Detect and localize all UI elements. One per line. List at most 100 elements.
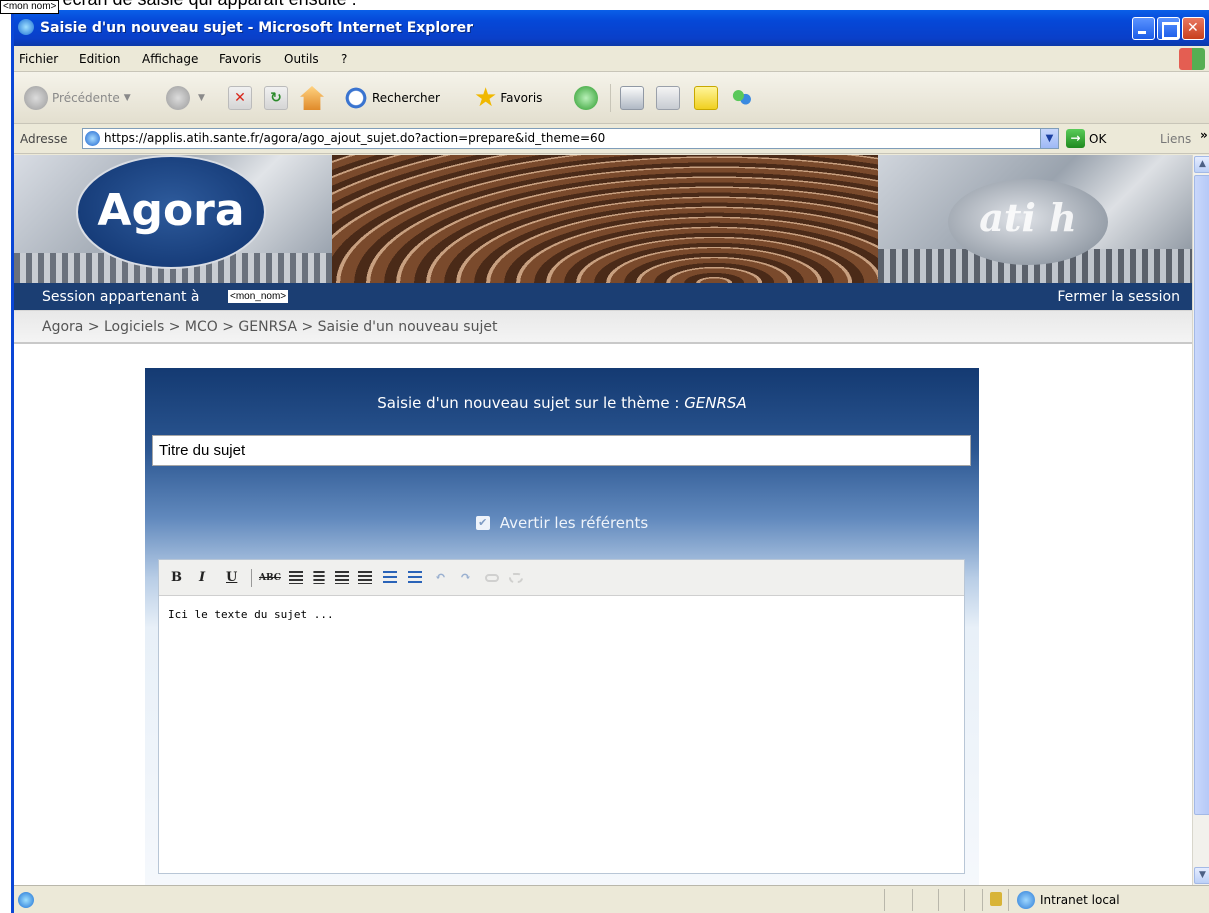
menu-favoris[interactable]: Favoris xyxy=(219,52,261,66)
home-icon xyxy=(300,86,324,110)
align-left-icon[interactable] xyxy=(289,571,303,584)
address-input[interactable] xyxy=(104,131,1034,146)
favorites-button[interactable]: ★ Favoris xyxy=(474,85,542,111)
rich-text-editor: B I U ABC ↶ ↷ Ici le texte du sujet ... xyxy=(158,559,965,874)
forward-button[interactable]: ▼ xyxy=(166,85,205,111)
security-zone-label[interactable]: Intranet local xyxy=(1040,893,1120,907)
messenger-button[interactable] xyxy=(730,85,758,111)
refresh-icon: ↻ xyxy=(264,86,288,110)
go-button[interactable]: → OK xyxy=(1066,129,1106,148)
links-label[interactable]: Liens xyxy=(1160,132,1191,146)
italic-button[interactable]: I xyxy=(199,570,205,586)
notify-referents-label: Avertir les référents xyxy=(499,514,649,532)
favorites-label: Favoris xyxy=(500,91,543,105)
status-divider xyxy=(912,889,913,911)
search-button[interactable]: Rechercher xyxy=(344,85,440,111)
status-divider xyxy=(982,889,983,911)
search-icon xyxy=(344,86,368,110)
breadcrumb[interactable]: Agora > Logiciels > MCO > GENRSA > Saisi… xyxy=(42,319,497,335)
redo-icon[interactable]: ↷ xyxy=(460,570,471,586)
status-divider xyxy=(938,889,939,911)
page-icon xyxy=(85,131,100,146)
minimize-button[interactable] xyxy=(1132,17,1155,40)
stop-icon: ✕ xyxy=(228,86,252,110)
menu-outils[interactable]: Outils xyxy=(284,52,319,66)
address-box[interactable]: ▼ xyxy=(82,128,1059,149)
toolbar-separator xyxy=(610,84,611,112)
page-viewport: Agora ati h Session appartenant à <mon_n… xyxy=(14,155,1192,885)
maximize-button[interactable] xyxy=(1157,17,1180,40)
caption-name-tag: <mon nom> xyxy=(0,0,60,14)
back-button[interactable]: Précédente ▼ xyxy=(24,85,131,111)
address-dropdown-icon[interactable]: ▼ xyxy=(1040,129,1058,148)
site-banner: Agora ati h xyxy=(14,155,1192,283)
align-justify-icon[interactable] xyxy=(358,571,372,584)
align-right-icon[interactable] xyxy=(335,571,349,584)
window-title: Saisie d'un nouveau sujet - Microsoft In… xyxy=(40,20,474,36)
notify-referents-checkbox[interactable]: ✔ xyxy=(475,516,490,530)
breadcrumb-bar: Agora > Logiciels > MCO > GENRSA > Saisi… xyxy=(14,310,1192,344)
align-center-icon[interactable] xyxy=(313,571,325,584)
bold-button[interactable]: B xyxy=(171,570,182,586)
form-title: Saisie d'un nouveau sujet sur le thème :… xyxy=(145,394,979,412)
status-bar: Intranet local xyxy=(14,885,1209,913)
menu-fichier[interactable]: Fichier xyxy=(19,52,58,66)
unlink-icon[interactable] xyxy=(509,573,523,583)
title-bar[interactable]: Saisie d'un nouveau sujet - Microsoft In… xyxy=(14,10,1209,46)
refresh-button[interactable]: ↻ xyxy=(264,85,292,111)
notes-button[interactable] xyxy=(694,85,722,111)
back-dropdown-icon[interactable]: ▼ xyxy=(124,91,131,105)
status-divider xyxy=(1008,889,1009,911)
strikethrough-button[interactable]: ABC xyxy=(259,570,281,586)
scroll-thumb[interactable] xyxy=(1194,175,1209,815)
notify-referents-row[interactable]: ✔ Avertir les référents xyxy=(145,514,979,532)
link-icon[interactable] xyxy=(485,574,499,582)
address-label: Adresse xyxy=(20,132,68,146)
status-divider xyxy=(964,889,965,911)
messenger-icon xyxy=(730,86,754,110)
editor-toolbar: B I U ABC ↶ ↷ xyxy=(159,560,964,596)
browser-window: Saisie d'un nouveau sujet - Microsoft In… xyxy=(11,10,1209,913)
form-title-prefix: Saisie d'un nouveau sujet sur le thème : xyxy=(377,394,680,412)
windows-logo-icon xyxy=(1179,48,1205,70)
logout-link[interactable]: Fermer la session xyxy=(1057,289,1180,305)
forward-dropdown-icon[interactable]: ▼ xyxy=(198,91,205,105)
edit-button[interactable] xyxy=(656,85,684,111)
menu-affichage[interactable]: Affichage xyxy=(142,52,198,66)
bullet-list-icon[interactable] xyxy=(383,571,397,584)
session-bar: Session appartenant à <mon_nom> Fermer l… xyxy=(14,283,1192,310)
scroll-up-icon[interactable]: ▲ xyxy=(1194,156,1209,173)
forward-arrow-icon xyxy=(166,86,190,110)
editor-content[interactable]: Ici le texte du sujet ... xyxy=(168,608,334,621)
history-icon xyxy=(574,86,598,110)
menu-bar: Fichier Edition Affichage Favoris Outils… xyxy=(14,46,1209,72)
history-button[interactable] xyxy=(574,85,602,111)
print-button[interactable] xyxy=(620,85,648,111)
numbered-list-icon[interactable] xyxy=(408,571,422,584)
home-button[interactable] xyxy=(300,85,328,111)
banner-building-right: ati h xyxy=(878,155,1192,283)
menu-edition[interactable]: Edition xyxy=(79,52,121,66)
undo-icon[interactable]: ↶ xyxy=(435,570,446,586)
scroll-down-icon[interactable]: ▼ xyxy=(1194,867,1209,884)
close-button[interactable] xyxy=(1182,17,1205,40)
address-bar: Adresse ▼ → OK Liens » xyxy=(14,124,1209,154)
agora-logo-text: Agora xyxy=(97,185,245,236)
agora-logo[interactable]: Agora xyxy=(76,155,266,269)
status-divider xyxy=(884,889,885,911)
session-user-name: <mon_nom> xyxy=(228,290,289,303)
underline-button[interactable]: U xyxy=(226,570,237,586)
status-page-icon xyxy=(18,892,34,908)
stop-button[interactable]: ✕ xyxy=(228,85,256,111)
favorites-star-icon: ★ xyxy=(474,83,498,113)
session-owner-label: Session appartenant à xyxy=(42,289,200,305)
go-label: OK xyxy=(1089,131,1107,146)
secure-lock-icon[interactable] xyxy=(990,892,1002,906)
subject-title-input[interactable] xyxy=(152,435,971,466)
menu-help[interactable]: ? xyxy=(341,52,347,66)
atih-logo: ati h xyxy=(948,179,1108,265)
document-caption: Voici l'écran de saisie qui apparaît ens… xyxy=(0,0,1209,10)
links-more-icon[interactable]: » xyxy=(1200,128,1208,142)
form-theme-name: GENRSA xyxy=(684,394,747,412)
vertical-scrollbar[interactable]: ▲ ▼ xyxy=(1192,155,1209,885)
